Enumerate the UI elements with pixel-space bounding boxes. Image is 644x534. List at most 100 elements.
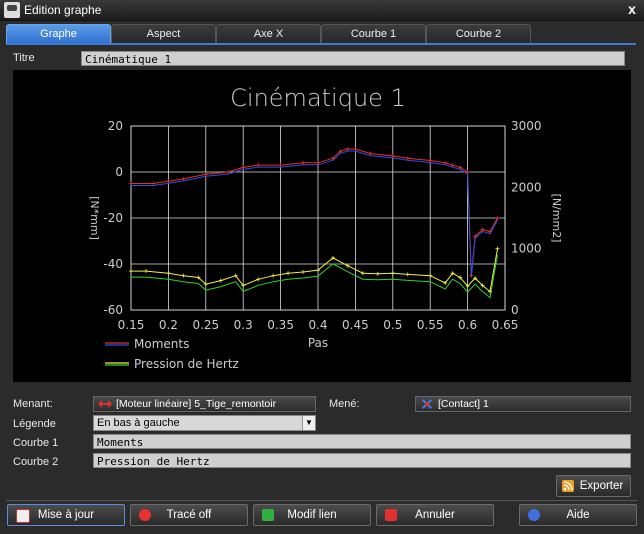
courbe2-input[interactable]: Pression de Hertz <box>93 453 631 468</box>
series-point <box>495 246 500 251</box>
menant-value: [Moteur linéaire] 5_Tige_remontoir <box>116 398 277 410</box>
series-point <box>428 273 433 278</box>
window-title: Edition graphe <box>24 3 102 17</box>
series-point <box>256 277 261 282</box>
close-icon[interactable]: x <box>624 1 640 17</box>
legende-label: Légende <box>13 418 56 430</box>
series-point <box>301 269 306 274</box>
series-point <box>390 271 395 276</box>
rss-icon <box>562 480 574 492</box>
series-point <box>495 216 500 220</box>
cancel-icon <box>385 509 397 521</box>
legend-entry: Moments <box>134 337 189 351</box>
tab-courbe-2[interactable]: Courbe 2 <box>426 24 531 44</box>
legend-entry: Pression de Hertz <box>134 357 239 371</box>
tab-graphe[interactable]: Graphe <box>6 24 111 44</box>
mise-a-jour-button[interactable]: Mise à jour <box>7 504 125 526</box>
y2-tick-label: 0 <box>511 303 519 317</box>
target-icon <box>139 509 151 521</box>
exporter-label: Exporter <box>579 480 624 492</box>
series-point <box>469 273 474 278</box>
series-point <box>181 273 186 278</box>
series-line-1-alt <box>131 150 498 278</box>
x-tick-label: 0.2 <box>159 318 178 332</box>
aide-button[interactable]: Aide <box>519 504 637 526</box>
series-point <box>405 272 410 277</box>
courbe2-label: Courbe 2 <box>13 456 59 468</box>
y2-tick-label: 1000 <box>511 242 542 256</box>
plot-area: Cinématique 1 0.15 0.2 0.25 0.3 0.35 0.4 0.45 0.… <box>13 70 631 382</box>
legende-value: En bas à gauche <box>97 417 180 429</box>
tab-aspect[interactable]: Aspect <box>111 24 216 44</box>
annuler-button[interactable]: Annuler <box>376 504 494 526</box>
mene-button[interactable]: [Contact] 1 <box>415 396 631 412</box>
series-point <box>345 147 350 151</box>
y2-tick-label: 2000 <box>511 180 542 194</box>
courbe1-label: Courbe 1 <box>13 437 59 449</box>
x-tick-label: 0.25 <box>192 318 219 332</box>
exporter-button[interactable]: Exporter <box>556 475 631 497</box>
x-axis-label: Pas <box>308 336 328 350</box>
mene-label: Mené: <box>329 398 360 410</box>
menant-button[interactable]: [Moteur linéaire] 5_Tige_remontoir <box>93 396 316 412</box>
menant-label: Menant: <box>13 398 53 410</box>
modif-lien-button[interactable]: Modif lien <box>253 504 371 526</box>
modif-lien-label: Modif lien <box>287 509 337 521</box>
y-axis-label: [N*mm] <box>88 196 101 240</box>
tab-underline <box>6 43 636 45</box>
series-point <box>143 269 148 274</box>
trace-off-label: Tracé off <box>166 509 212 521</box>
chevron-down-icon: ▼ <box>302 416 315 430</box>
help-icon <box>528 509 540 521</box>
trace-off-button[interactable]: Tracé off <box>130 504 248 526</box>
x-tick-label: 0.35 <box>267 318 294 332</box>
tab-axe-x[interactable]: Axe X <box>216 24 321 44</box>
series-point <box>129 269 133 274</box>
series-point <box>345 263 350 268</box>
x-tick-label: 0.15 <box>118 318 145 332</box>
x-tick-label: 0.3 <box>234 318 253 332</box>
aide-label: Aide <box>566 509 590 521</box>
series-line-2 <box>131 248 498 293</box>
y-tick-label: -60 <box>103 303 123 317</box>
legende-select[interactable]: En bas à gauche ▼ <box>93 415 316 431</box>
y-tick-label: -20 <box>103 211 123 225</box>
series-point <box>353 147 358 151</box>
x-tick-label: 0.4 <box>308 318 327 332</box>
x-tick-label: 0.45 <box>342 318 369 332</box>
x-tick-label: 0.55 <box>417 318 444 332</box>
y-tick-label: 20 <box>108 119 123 133</box>
series-point <box>375 271 380 276</box>
series-point <box>360 271 365 276</box>
contact-icon <box>421 398 433 410</box>
series-line-1 <box>131 148 498 276</box>
x-tick-label: 0.5 <box>383 318 402 332</box>
chart-title: Cinématique 1 <box>230 84 406 112</box>
x-tick-label: 0.65 <box>492 318 519 332</box>
title-bar: Edition graphe x <box>0 0 644 21</box>
series-point <box>166 271 171 276</box>
app-icon <box>4 2 20 18</box>
titre-input[interactable]: Cinématique 1 <box>81 51 625 66</box>
series-point <box>301 160 306 165</box>
series-point <box>271 273 276 278</box>
annuler-label: Annuler <box>415 509 455 521</box>
refresh-grid-icon <box>16 509 30 523</box>
series-point <box>256 163 261 168</box>
mene-value: [Contact] 1 <box>438 398 489 410</box>
chart: Cinématique 1 0.15 0.2 0.25 0.3 0.35 0.4 0.45 0.… <box>88 84 563 371</box>
series-point <box>218 278 223 283</box>
link-edit-icon <box>262 509 274 521</box>
tab-courbe-1[interactable]: Courbe 1 <box>321 24 426 44</box>
y2-axis-label: [N/mm2] <box>550 194 563 243</box>
separator <box>6 500 638 501</box>
series-point <box>129 181 133 186</box>
y-tick-label: 0 <box>115 165 123 179</box>
y-tick-label: -40 <box>103 257 123 271</box>
x-tick-label: 0.6 <box>458 318 477 332</box>
series-point <box>286 271 291 276</box>
titre-label: Titre <box>13 52 35 64</box>
arrow-icon <box>98 400 112 408</box>
courbe1-input[interactable]: Moments <box>93 434 631 449</box>
y2-tick-label: 3000 <box>511 119 542 133</box>
